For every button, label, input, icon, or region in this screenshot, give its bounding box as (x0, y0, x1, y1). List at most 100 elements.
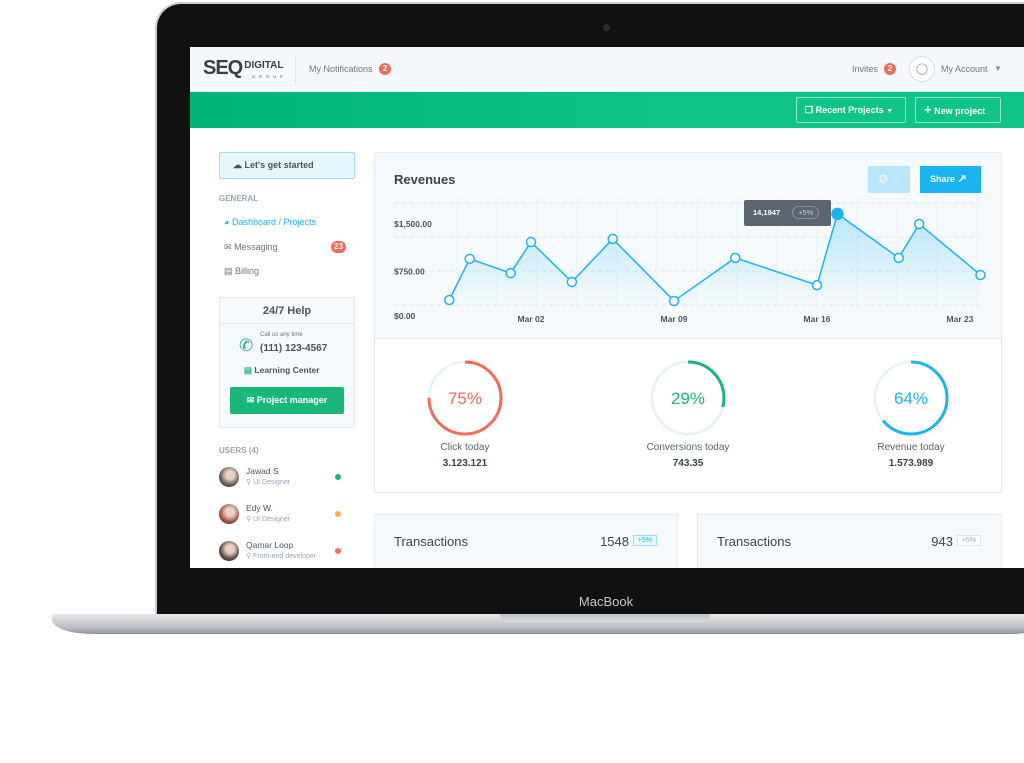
chevron-down-icon[interactable]: ▼ (994, 64, 1002, 73)
user-role: ⚲ UI Designer (246, 516, 291, 523)
revenue-chart: $1,500.00 $750.00 $0.00 Mar 02 Mar 09 Mar 16 M… (394, 198, 986, 324)
stat-card: 75% Click today 3.123.121 (385, 358, 545, 488)
cloud-icon: ☁ (233, 160, 242, 170)
y-tick-label: $0.00 (394, 311, 416, 321)
y-tick-label: $750.00 (394, 267, 425, 277)
data-point[interactable] (444, 294, 455, 306)
user-role-text: UI Designer (253, 516, 291, 523)
avatar[interactable]: ◯ (909, 56, 935, 82)
divider (295, 56, 296, 84)
book-icon: ▤ (244, 365, 253, 375)
sidebar-item-label: Billing (235, 266, 260, 276)
sidebar-item-billing[interactable]: ▤ Billing (224, 266, 259, 277)
user-name: Jawad S (246, 466, 279, 476)
user-avatar (219, 541, 239, 561)
data-point[interactable] (893, 252, 904, 264)
stat-value: 743.35 (672, 458, 704, 469)
user-list-item[interactable]: Qamar Loop ⚲ Front-end developer (219, 539, 355, 563)
transactions-value: 1548 (600, 534, 629, 549)
transactions-title: Transactions (717, 534, 791, 549)
data-point[interactable] (464, 253, 475, 265)
y-tick-label: $1,500.00 (394, 219, 432, 229)
learning-center-label: Learning Center (254, 365, 320, 375)
stat-label: Revenue today (877, 442, 945, 453)
stat-percent-value: 29 (670, 389, 690, 408)
tooltip-change: +5% (792, 206, 820, 219)
user-avatar (219, 504, 239, 524)
transactions-card: Transactions 943 +5% (697, 514, 1002, 568)
data-point[interactable] (566, 276, 578, 288)
x-tick-label: Mar 16 (804, 314, 831, 324)
project-manager-button[interactable]: ✉ Project manager (230, 387, 344, 414)
top-bar: SEQ DIGITAL GROUP My Notifications 2 Invi… (190, 47, 1024, 92)
camera-icon (603, 24, 610, 31)
screen: SEQ DIGITAL GROUP My Notifications 2 Invi… (190, 47, 1024, 568)
user-list-item[interactable]: Jawad S ⚲ UI Designer (219, 465, 355, 489)
stat-percent: 64% (893, 389, 929, 408)
recent-projects-button[interactable]: ❐ Recent Projects ▼ (796, 97, 906, 123)
data-point[interactable] (525, 236, 537, 248)
device-brand: MacBook (578, 594, 634, 609)
messaging-badge: 23 (331, 241, 346, 253)
stat-percent: 29% (670, 389, 706, 408)
revenues-card: Revenues ⚙ ⋮ Share ↗ $1,500.00 $750.00 $0.… (374, 152, 1002, 493)
user-list-item[interactable]: Edy W. ⚲ UI Designer (219, 502, 355, 526)
data-point[interactable] (730, 252, 741, 264)
stat-value: 3.123.121 (442, 458, 488, 469)
learning-center-link[interactable]: ▤ Learning Center (244, 365, 320, 376)
user-avatar (219, 467, 239, 487)
laptop-notch (500, 614, 710, 622)
stat-percent-value: 64 (893, 389, 913, 408)
data-point[interactable] (975, 269, 986, 281)
dashboard-icon: ◕ (224, 217, 230, 227)
chevron-down-icon: ▼ (886, 108, 894, 115)
notifications-link[interactable]: My Notifications (309, 64, 373, 74)
messaging-icon: ✉ (224, 242, 232, 252)
section-heading: GENERAL (219, 194, 259, 203)
get-started-button[interactable]: ☁ Let's get started (219, 152, 355, 179)
data-point[interactable] (811, 279, 823, 291)
change-badge: +5% (956, 535, 981, 546)
stat-percent-value: 75 (447, 389, 467, 408)
status-dot (335, 548, 341, 554)
billing-icon: ▤ (224, 266, 233, 276)
invites-link[interactable]: Invites (852, 64, 878, 74)
phone-number[interactable]: (111) 123-4567 (260, 343, 327, 354)
data-point[interactable] (607, 233, 618, 245)
help-title: 24/7 Help (220, 298, 354, 324)
data-point[interactable] (913, 218, 925, 230)
stat-label: Click today (440, 442, 490, 453)
account-menu[interactable]: My Account (941, 64, 988, 74)
recent-projects-label: Recent Projects (815, 105, 884, 115)
x-tick-label: Mar 23 (947, 314, 974, 324)
tooltip-value: 14,1947 (753, 208, 781, 217)
chart-tooltip: 14,1947 +5% (744, 200, 831, 226)
user-role-text: UI Designer (253, 479, 291, 486)
user-role-text: Front-end developer (253, 553, 317, 560)
highlighted-data-point[interactable] (831, 207, 844, 221)
phone-icon: ✆ (239, 336, 254, 355)
sidebar-item-dashboard[interactable]: ◕ Dashboard / Projects (224, 217, 316, 227)
stat-percent: 75% (447, 389, 483, 408)
stat-value: 1.573.989 (888, 458, 934, 469)
user-role: ⚲ UI Designer (246, 479, 291, 486)
notifications-badge: 2 (379, 63, 391, 75)
new-project-button[interactable]: + New project (915, 97, 1001, 123)
sidebar-item-label: Messaging (234, 242, 278, 252)
projects-icon: ❐ (805, 105, 814, 115)
new-project-label: New project (934, 106, 986, 116)
mail-icon: ✉ (246, 395, 255, 405)
action-bar: ❐ Recent Projects ▼ + New project (190, 92, 1024, 128)
project-manager-label: Project manager (256, 395, 328, 405)
status-dot (335, 474, 341, 480)
data-point[interactable] (668, 295, 680, 307)
sidebar-item-label: Dashboard / Projects (231, 217, 316, 227)
sidebar-item-messaging[interactable]: ✉ Messaging (224, 242, 278, 253)
transactions-title: Transactions (394, 534, 468, 549)
transactions-card: Transactions 1548 +5% (374, 514, 678, 568)
call-caption: Call us any time (260, 332, 303, 338)
stat-card: 64% Revenue today 1.573.989 (831, 358, 991, 488)
get-started-label: Let's get started (244, 160, 314, 170)
invites-badge: 2 (884, 63, 896, 75)
data-point[interactable] (505, 267, 516, 279)
